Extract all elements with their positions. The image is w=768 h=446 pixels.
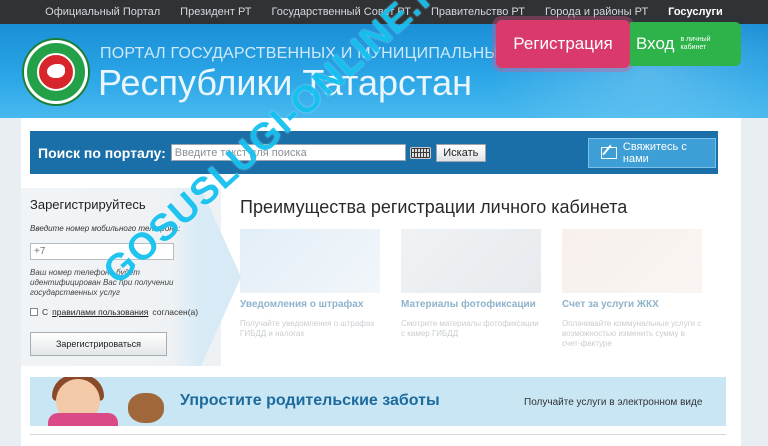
contact-us-label: Свяжитесь с нами [622,141,687,165]
banner-dog-image [128,393,164,423]
registration-title: Зарегистрируйтесь [30,197,146,212]
contact-us-button[interactable]: Свяжитесь с нами [588,138,716,168]
advantages-title: Преимущества регистрации личного кабинет… [240,197,628,217]
advantage-card-text: Получайте уведомления о штрафах ГИБДД и … [240,319,375,338]
login-sublabel: в личный кабинет [680,36,711,51]
terms-link[interactable]: правилами пользования [52,307,148,317]
edit-icon [601,147,617,159]
agree-row: С правилами пользования согласен(а) [30,307,198,317]
search-label: Поиск по порталу: [38,144,166,161]
banner-girl-shirt [48,413,118,426]
nav-official-portal[interactable]: Официальный Портал [35,6,170,18]
advantage-card-title[interactable]: Материалы фотофиксации [401,299,546,311]
register-button[interactable]: Регистрация [496,20,630,68]
advantage-card-title[interactable]: Счет за услуги ЖКХ [562,299,707,311]
agree-suffix: согласен(а) [152,307,199,317]
footer-divider [30,434,726,435]
banner-headline: Упростите родительские заботы [180,392,440,409]
advantage-card-text: Смотрите материалы фотофиксации с камер … [401,319,539,338]
advantage-card-text: Оплачивайте коммунальные услуги с возмож… [562,319,702,348]
login-button[interactable]: Вход в личный кабинет [630,22,741,66]
search-button[interactable]: Искать [435,143,486,162]
nav-gosuslugi[interactable]: Госуслуги [658,6,733,18]
advantage-card-image[interactable] [240,229,380,293]
login-label: Вход [636,34,675,53]
keyboard-icon[interactable] [409,146,431,159]
advantage-card-title[interactable]: Уведомления о штрафах [240,299,385,311]
nav-president[interactable]: Президент РТ [170,6,261,18]
tatarstan-emblem-icon[interactable] [24,40,88,104]
register-submit-button[interactable]: Зарегистрироваться [30,332,167,356]
agree-checkbox[interactable] [30,308,38,316]
emblem-inner [37,53,75,91]
banner-subtext: Получайте услуги в электронном виде [524,397,703,408]
advantage-card-image[interactable] [401,229,541,293]
advantage-card-image[interactable] [562,229,702,293]
search-input[interactable] [170,144,406,161]
emblem-bird-icon [47,64,65,78]
nav-cities[interactable]: Города и районы РТ [535,6,658,18]
agree-prefix: С [42,307,49,317]
parents-banner[interactable]: Упростите родительские заботы Получайте … [30,377,726,426]
